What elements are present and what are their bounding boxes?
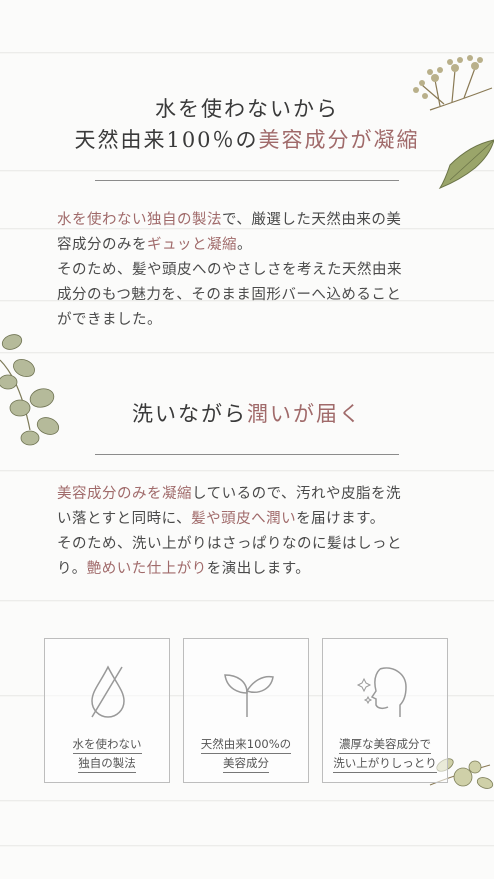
feature-line1: 濃厚な美容成分で [339, 735, 431, 754]
body-text: 容成分のみを [57, 237, 147, 253]
body-text: で、厳選した天然由来の美 [222, 212, 402, 228]
highlight-text: ギュッと凝縮 [147, 237, 237, 253]
paragraph-line: い落とすと同時に、髪や頭皮へ潤いを届けます。 [57, 507, 447, 532]
section1-title-line1: 水を使わないから [155, 97, 339, 121]
paragraph-line: 美容成分のみを凝縮しているので、汚れや皮脂を洗 [57, 482, 447, 507]
feature-card-moist: 濃厚な美容成分で 洗い上がりしっとり [322, 638, 448, 783]
body-text: 成分のもつ魅力を、そのまま固形バーへ込めること [57, 287, 402, 303]
paragraph-line: り。艶めいた仕上がりを演出します。 [57, 557, 447, 582]
feature-card-no-water: 水を使わない 独自の製法 [44, 638, 170, 783]
body-text: 。 [237, 237, 252, 253]
section1-paragraph: 水を使わない独自の製法で、厳選した天然由来の美 容成分のみをギュッと凝縮。 そのため… [57, 208, 447, 333]
body-text: そのため、髪や頭皮へのやさしさを考えた天然由来 [57, 262, 402, 278]
body-text: を届けます。 [296, 511, 385, 527]
section1-divider [95, 180, 399, 181]
body-text: を演出します。 [206, 561, 311, 577]
sprout-icon [224, 674, 274, 717]
body-text: そのため、洗い上がりはさっぱりなのに髪はしっと [57, 536, 402, 552]
body-text: しているので、汚れや皮脂を洗 [192, 486, 401, 502]
section1-title-line2: 天然由来100％の美容成分が凝縮 [0, 124, 494, 154]
title-accent-text: 美容成分が凝縮 [258, 128, 420, 152]
paragraph-line: 水を使わない独自の製法で、厳選した天然由来の美 [57, 208, 447, 233]
face-sparkle-icon [356, 667, 407, 717]
feature-line2: 美容成分 [223, 754, 269, 773]
title-plain-text: 洗いながら [132, 402, 247, 426]
feature-line2: 独自の製法 [78, 754, 136, 773]
highlight-text: 水を使わない独自の製法 [57, 212, 222, 228]
highlight-text: 艶めいた仕上がり [86, 561, 207, 577]
paragraph-line: 容成分のみをギュッと凝縮。 [57, 233, 447, 258]
paragraph-line: ができました。 [57, 308, 447, 333]
no-water-drop-icon [91, 665, 125, 718]
section2-divider [95, 454, 399, 455]
paragraph-line: そのため、洗い上がりはさっぱりなのに髪はしっと [57, 532, 447, 557]
feature-card-label: 水を使わない 独自の製法 [45, 735, 169, 773]
feature-card-natural: 天然由来100%の 美容成分 [183, 638, 309, 783]
feature-line1: 水を使わない [72, 735, 142, 754]
highlight-text: 髪や頭皮へ潤い [191, 511, 297, 527]
body-text: り。 [57, 561, 87, 577]
highlight-text: 美容成分のみを凝縮 [57, 486, 192, 502]
body-text: い落とすと同時に、 [57, 511, 192, 527]
feature-line2: 洗い上がりしっとり [333, 754, 437, 773]
paragraph-line: そのため、髪や頭皮へのやさしさを考えた天然由来 [57, 258, 447, 283]
title-accent-text: 潤いが届く [247, 402, 362, 426]
section2-title: 洗いながら潤いが届く [0, 398, 494, 428]
section2-paragraph: 美容成分のみを凝縮しているので、汚れや皮脂を洗 い落とすと同時に、髪や頭皮へ潤いを… [57, 482, 447, 582]
body-text: ができました。 [57, 312, 162, 328]
feature-card-label: 天然由来100%の 美容成分 [184, 735, 308, 773]
title-plain-text: 天然由来100％の [74, 128, 259, 152]
feature-line1: 天然由来100%の [200, 735, 292, 754]
feature-card-label: 濃厚な美容成分で 洗い上がりしっとり [323, 735, 447, 773]
paragraph-line: 成分のもつ魅力を、そのまま固形バーへ込めること [57, 283, 447, 308]
botanical-left-illustration [0, 334, 60, 446]
